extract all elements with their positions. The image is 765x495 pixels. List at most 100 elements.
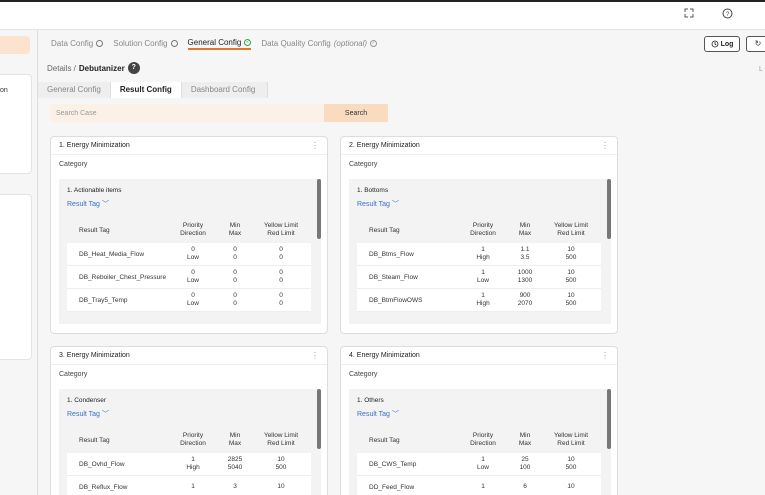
expand-icon[interactable] [684, 8, 694, 21]
col-red-limit: Red Limit [557, 230, 585, 237]
cell-max: 0 [233, 300, 237, 307]
tab-data-config[interactable]: Data Config [51, 38, 104, 50]
table-row[interactable]: DB_BtmFlowOWS 1 High 900 2070 10 500 [357, 289, 601, 312]
col-result-tag: Result Tag [369, 226, 400, 234]
help-icon[interactable]: ? [722, 8, 733, 22]
cell-direction: Low [477, 464, 489, 471]
more-vertical-icon[interactable]: ⋮ [601, 351, 609, 360]
cell-red: 500 [275, 464, 287, 471]
scrollbar[interactable] [607, 389, 611, 449]
result-table: Result Tag Priority Direction Min Max Yell… [67, 427, 311, 495]
scrollbar[interactable] [317, 179, 321, 239]
energy-card: 3. Energy Minimization ⋮ Category 1. Con… [50, 346, 328, 495]
col-priority-direction: Priority Direction [457, 217, 509, 243]
more-vertical-icon[interactable]: ⋮ [311, 141, 319, 150]
cell-direction: High [476, 254, 490, 261]
tab-general-config-sub[interactable]: General Config [38, 82, 111, 98]
col-limits: Yellow Limit Red Limit [251, 427, 311, 453]
search-row: Search [50, 104, 390, 122]
table-row[interactable]: DB_Btms_Flow 1 High 1.1 3.5 10 500 [357, 243, 601, 266]
more-vertical-icon[interactable]: ⋮ [311, 351, 319, 360]
cell-min-max: 1.1 3.5 [509, 243, 541, 265]
breadcrumb: Details / Debutanizer ? [47, 62, 140, 74]
cell-priority-direction: 1 [457, 476, 509, 495]
table-row[interactable]: DB_Steam_Flow 1 Low 1000 1300 10 500 [357, 266, 601, 289]
cell-min: 6 [523, 483, 527, 490]
col-priority-direction: Priority Direction [167, 217, 219, 243]
cell-priority-direction: 0 Low [167, 243, 219, 265]
tab-optional-label: (optional) [333, 38, 368, 48]
col-max: Max [518, 230, 532, 237]
chevron-down-icon: ﹀ [391, 201, 399, 208]
col-min-max: Min Max [219, 427, 251, 453]
table-row[interactable]: DB_CWS_Temp 1 Low 25 100 10 500 [357, 453, 601, 476]
cell-tag: DB_Steam_Flow [369, 273, 418, 281]
refresh-button[interactable]: ↻ [746, 36, 765, 52]
col-limits: Yellow Limit Red Limit [541, 427, 601, 453]
log-button[interactable]: Log [704, 36, 740, 52]
cell-tag: DB_CWS_Temp [369, 460, 417, 468]
table-header: Result Tag Priority Direction Min Max Yell… [67, 217, 311, 243]
table-row[interactable]: DB_Ovhd_Flow 1 High 2825 5040 10 500 [67, 453, 311, 476]
circle-icon [170, 39, 178, 47]
cell-min-max: 00 [219, 266, 251, 288]
left-panel-active-item[interactable] [0, 36, 30, 54]
tab-result-config[interactable]: Result Config [110, 82, 182, 98]
breadcrumb-prefix[interactable]: Details / [47, 64, 76, 73]
log-label: Log [720, 40, 734, 48]
col-red-limit: Red Limit [267, 440, 295, 447]
search-button[interactable]: Search [324, 104, 388, 122]
scrollbar[interactable] [607, 179, 611, 239]
cell-priority: 1 [481, 269, 485, 276]
result-tag-link[interactable]: Result Tag ﹀ [59, 194, 321, 209]
table-header: Result Tag Priority Direction Min Max Yell… [357, 217, 601, 243]
table-row[interactable]: DB_Reboiler_Chest_Pressure 0 Low 00 00 [67, 266, 311, 289]
cell-yellow: 10 [567, 246, 575, 253]
tab-data-quality-config[interactable]: Data Quality Config (optional) ✓ [261, 38, 378, 50]
cell-tag: DB_Reboiler_Chest_Pressure [79, 273, 167, 281]
tab-solution-config[interactable]: Solution Config [113, 39, 178, 50]
more-vertical-icon[interactable]: ⋮ [601, 141, 609, 150]
table-row[interactable]: DD_Feed_Flow 1 6 10 [357, 476, 601, 495]
group-title: 1. Actionable items [67, 187, 122, 194]
cell-yellow: 10 [567, 292, 575, 299]
result-tag-link[interactable]: Result Tag ﹀ [59, 404, 321, 419]
cell-yellow: 10 [277, 456, 285, 463]
table-row[interactable]: DB_Tray5_Temp 0 Low 00 00 [67, 289, 311, 312]
table-row[interactable]: DB_Heat_Media_Flow 0 Low 00 00 [67, 243, 311, 266]
table-row[interactable]: DB_Reflux_Flow 1 3 10 [67, 476, 311, 495]
result-tag-link[interactable]: Result Tag ﹀ [349, 404, 611, 419]
cell-tag: DB_BtmFlowOWS [369, 296, 423, 304]
cell-min: 25 [521, 456, 529, 463]
col-min: Min [229, 432, 241, 439]
tab-general-config[interactable]: General Config ✓ [187, 38, 252, 50]
search-input[interactable] [50, 104, 324, 122]
col-result-tag: Result Tag [369, 436, 400, 444]
cell-tag: DD_Feed_Flow [369, 483, 415, 491]
cell-direction: Low [187, 300, 199, 307]
group-title: 1. Others [357, 397, 384, 404]
col-max: Max [518, 440, 532, 447]
card-title: 3. Energy Minimization [59, 352, 130, 359]
tab-dashboard-config[interactable]: Dashboard Config [181, 82, 269, 98]
category-label: Category [349, 161, 378, 168]
cell-min: 2825 [227, 456, 243, 463]
col-min-max: Min Max [509, 217, 541, 243]
tab-label: Data Config [51, 38, 94, 48]
category-group: 1. Condenser Result Tag ﹀ Result Tag Prio… [59, 389, 321, 495]
category-label: Category [349, 371, 378, 378]
help-badge[interactable]: ? [127, 62, 140, 74]
category-group: 1. Bottoms Result Tag ﹀ Result Tag Priori… [349, 179, 611, 324]
card-header: 2. Energy Minimization ⋮ [341, 137, 617, 155]
cell-priority: 1 [191, 456, 195, 463]
cell-min: 0 [233, 292, 237, 299]
col-priority-direction: Priority Direction [167, 427, 219, 453]
scrollbar[interactable] [317, 389, 321, 449]
col-min: Min [229, 222, 241, 229]
cell-priority: 1 [481, 483, 485, 490]
cell-limits: 10 500 [541, 289, 601, 311]
result-tag-link[interactable]: Result Tag ﹀ [349, 194, 611, 209]
col-result-tag: Result Tag [79, 436, 110, 444]
chevron-down-icon: ﹀ [101, 201, 109, 208]
col-priority-direction: Priority Direction [457, 427, 509, 453]
